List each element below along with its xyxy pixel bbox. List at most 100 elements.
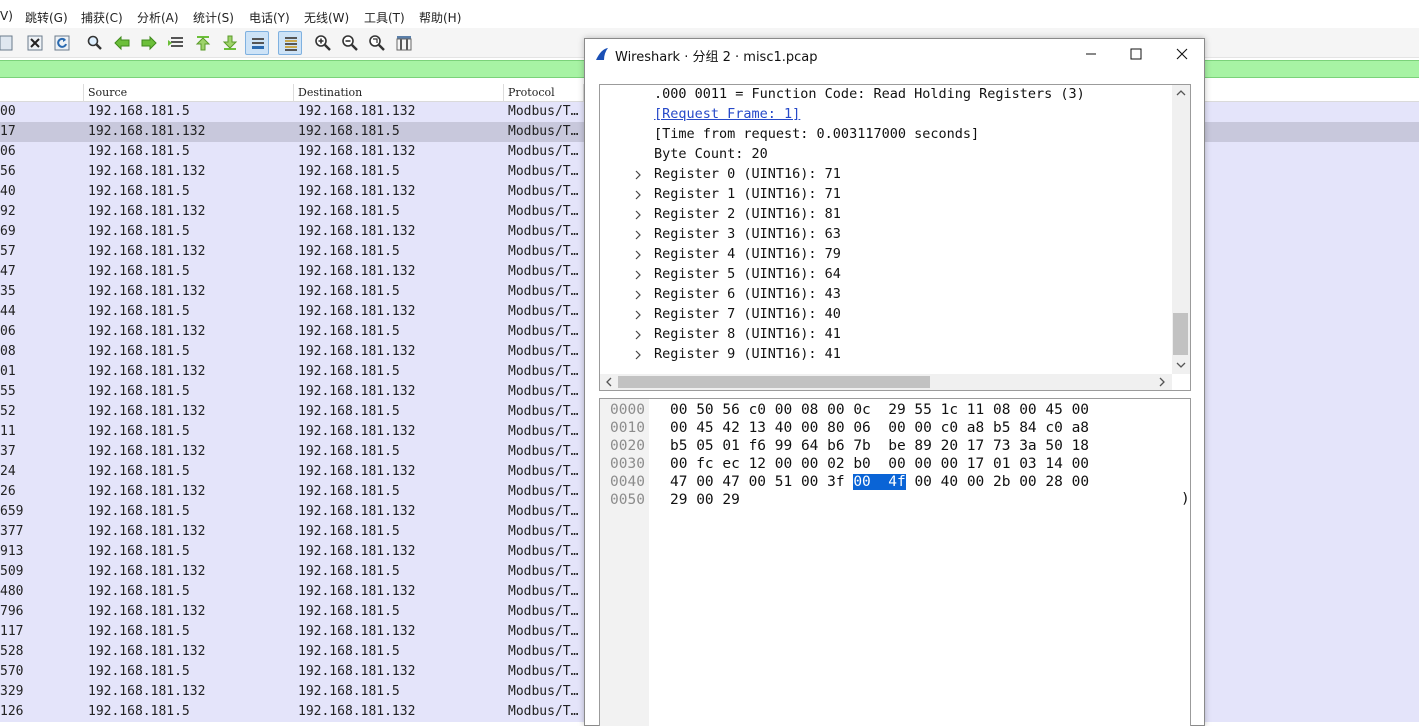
tree-item[interactable]: [Request Frame: 1] [600,105,1172,125]
packet-destination: 192.168.181.5 [298,564,400,579]
tree-item-label: Register 5 (UINT16): 64 [654,266,841,282]
menu-wireless[interactable]: 无线(W) [304,9,349,26]
column-header-protocol[interactable]: Protocol [504,84,584,102]
tree-vertical-scrollbar[interactable] [1172,85,1190,374]
arrow-right-icon [141,35,157,51]
column-header-destination[interactable]: Destination [294,84,504,102]
hex-bytes-line[interactable]: 29 00 29 [670,492,740,510]
column-header-no[interactable] [0,84,84,102]
close-button[interactable] [1159,39,1205,69]
column-header-source[interactable]: Source [84,84,294,102]
close-file-icon [27,35,43,51]
tree-item-register[interactable]: Register 7 (UINT16): 40 [600,305,1172,325]
menu-analyze[interactable]: 分析(A) [137,9,179,26]
packet-protocol: Modbus/T… [508,124,579,139]
tree-item-register[interactable]: Register 3 (UINT16): 63 [600,225,1172,245]
tree-item[interactable]: [Time from request: 0.003117000 seconds] [600,125,1172,145]
packet-source: 192.168.181.132 [88,444,206,459]
find-packet-button[interactable] [83,31,107,55]
menu-statistics[interactable]: 统计(S) [193,9,234,26]
packet-destination: 192.168.181.132 [298,504,416,519]
tree-item-register[interactable]: Register 0 (UINT16): 71 [600,165,1172,185]
tree-horizontal-scroll-thumb[interactable] [618,376,930,388]
save-file-button[interactable] [0,31,18,55]
chevron-right-icon[interactable] [633,210,643,220]
hex-bytes-selected[interactable]: 00 4f [853,474,906,490]
minimize-button[interactable] [1068,39,1114,69]
tree-horizontal-scrollbar[interactable] [600,374,1172,390]
scroll-down-icon[interactable] [1175,359,1187,371]
tree-item-register[interactable]: Register 1 (UINT16): 71 [600,185,1172,205]
menu-go[interactable]: 跳转(G) [25,9,68,26]
packet-destination: 192.168.181.5 [298,364,400,379]
tree-item-register[interactable]: Register 8 (UINT16): 41 [600,325,1172,345]
hex-bytes-line[interactable]: 00 50 56 c0 00 08 00 0c 29 55 1c 11 08 0… [670,402,1089,420]
zoom-out-button[interactable] [338,31,362,55]
autoscroll-button[interactable] [245,31,269,55]
hex-bytes-line[interactable]: 47 00 47 00 51 00 3f 00 4f 00 40 00 2b 0… [670,474,1089,492]
tree-vertical-scroll-thumb[interactable] [1173,313,1188,355]
packet-source: 192.168.181.132 [88,484,206,499]
packet-destination: 192.168.181.132 [298,344,416,359]
scroll-up-icon[interactable] [1175,87,1187,99]
tree-item-register[interactable]: Register 2 (UINT16): 81 [600,205,1172,225]
scroll-right-icon[interactable] [1156,376,1168,388]
packet-destination: 192.168.181.132 [298,424,416,439]
zoom-in-button[interactable] [311,31,335,55]
chevron-right-icon[interactable] [633,170,643,180]
chevron-right-icon[interactable] [633,310,643,320]
reload-file-button[interactable] [50,31,74,55]
maximize-button[interactable] [1113,39,1159,69]
go-forward-button[interactable] [137,31,161,55]
menu-tools[interactable]: 工具(T) [364,9,405,26]
chevron-right-icon[interactable] [633,350,643,360]
dialog-titlebar[interactable]: Wireshark · 分组 2 · misc1.pcap [585,39,1204,69]
packet-destination: 192.168.181.132 [298,384,416,399]
chevron-right-icon[interactable] [633,190,643,200]
resize-columns-button[interactable] [392,31,416,55]
last-packet-button[interactable] [218,31,242,55]
hex-bytes-line[interactable]: 00 fc ec 12 00 00 02 b0 00 00 00 17 01 0… [670,456,1089,474]
chevron-right-icon[interactable] [633,230,643,240]
menu-capture[interactable]: 捕获(C) [81,9,123,26]
tree-item[interactable]: .000 0011 = Function Code: Read Holding … [600,85,1172,105]
first-packet-button[interactable] [191,31,215,55]
packet-destination: 192.168.181.5 [298,204,400,219]
packet-bytes-pane[interactable]: 0000 00 50 56 c0 00 08 00 0c 29 55 1c 11 … [599,398,1191,726]
request-frame-link[interactable]: [Request Frame: 1] [654,106,800,122]
chevron-right-icon[interactable] [633,270,643,280]
chevron-right-icon[interactable] [633,330,643,340]
hex-ascii-fragment: ) [1181,491,1190,507]
packet-source: 192.168.181.5 [88,104,190,119]
packet-number: 69 [0,224,16,239]
close-file-button[interactable] [23,31,47,55]
tree-item-label: Register 6 (UINT16): 43 [654,286,841,302]
packet-number: 659 [0,504,24,519]
tree-item[interactable]: Byte Count: 20 [600,145,1172,165]
hex-offset: 0050 [610,492,645,508]
packet-destination: 192.168.181.5 [298,164,400,179]
colorize-button[interactable] [278,31,302,55]
packet-source: 192.168.181.132 [88,364,206,379]
tree-item-register[interactable]: Register 6 (UINT16): 43 [600,285,1172,305]
normal-size-button[interactable] [365,31,389,55]
menu-view[interactable]: V) [0,9,13,23]
packet-destination: 192.168.181.5 [298,644,400,659]
chevron-right-icon[interactable] [633,290,643,300]
go-back-button[interactable] [110,31,134,55]
chevron-right-icon[interactable] [633,250,643,260]
scroll-left-icon[interactable] [603,376,615,388]
go-to-packet-button[interactable] [164,31,188,55]
hex-bytes-line[interactable]: 00 45 42 13 40 00 80 06 00 00 c0 a8 b5 8… [670,420,1089,438]
tree-item-register[interactable]: Register 5 (UINT16): 64 [600,265,1172,285]
packet-protocol: Modbus/T… [508,364,579,379]
tree-item-register[interactable]: Register 4 (UINT16): 79 [600,245,1172,265]
tree-item-register[interactable]: Register 9 (UINT16): 41 [600,345,1172,365]
resize-columns-icon [396,36,412,51]
menu-telephony[interactable]: 电话(Y) [249,9,290,26]
goto-packet-icon [168,37,183,47]
menu-help[interactable]: 帮助(H) [419,9,461,26]
hex-bytes-line[interactable]: b5 05 01 f6 99 64 b6 7b be 89 20 17 73 3… [670,438,1089,456]
packet-number: 913 [0,544,24,559]
packet-protocol: Modbus/T… [508,564,579,579]
